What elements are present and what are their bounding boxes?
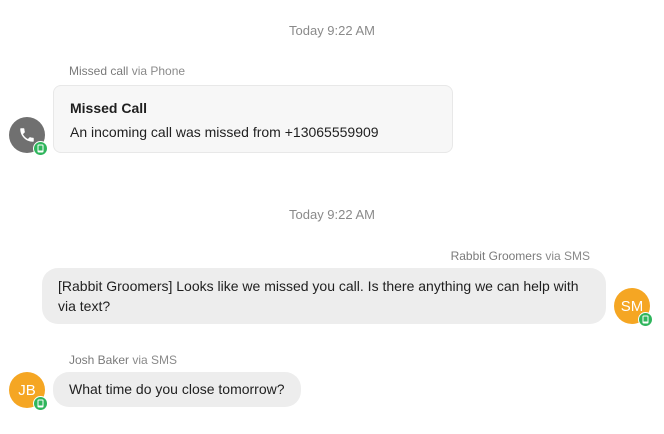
missed-call-channel: via Phone: [131, 64, 186, 78]
outgoing-author: Rabbit Groomers: [450, 249, 542, 263]
mobile-badge-1: [33, 141, 48, 156]
outgoing-message-bubble: [Rabbit Groomers] Looks like we missed y…: [42, 268, 606, 324]
incoming-author: Josh Baker: [69, 353, 130, 367]
timestamp-1: Today 9:22 AM: [289, 23, 375, 38]
missed-call-card: Missed Call An incoming call was missed …: [53, 85, 453, 153]
incoming-avatar-initials: JB: [18, 381, 36, 399]
mobile-badge-3: [33, 396, 48, 411]
incoming-channel: via SMS: [132, 353, 178, 367]
phone-icon: [20, 128, 34, 142]
mobile-icon: [37, 399, 44, 408]
outgoing-channel: via SMS: [545, 249, 590, 263]
missed-call-title: Missed Call: [70, 100, 148, 116]
outgoing-avatar-initials: SM: [620, 297, 644, 315]
missed-call-meta: Missed call via Phone: [69, 64, 185, 78]
outgoing-meta: Rabbit Groomers via SMS: [451, 249, 590, 263]
incoming-meta: Josh Baker via SMS: [69, 353, 177, 367]
timestamp-2: Today 9:22 AM: [289, 207, 375, 222]
incoming-message-bubble: What time do you close tomorrow?: [53, 372, 301, 407]
mobile-badge-2: [638, 312, 653, 327]
missed-call-body: An incoming call was missed from +130655…: [70, 124, 379, 140]
mobile-icon: [642, 315, 649, 324]
missed-call-author: Missed call: [69, 64, 129, 78]
mobile-icon: [37, 144, 44, 153]
